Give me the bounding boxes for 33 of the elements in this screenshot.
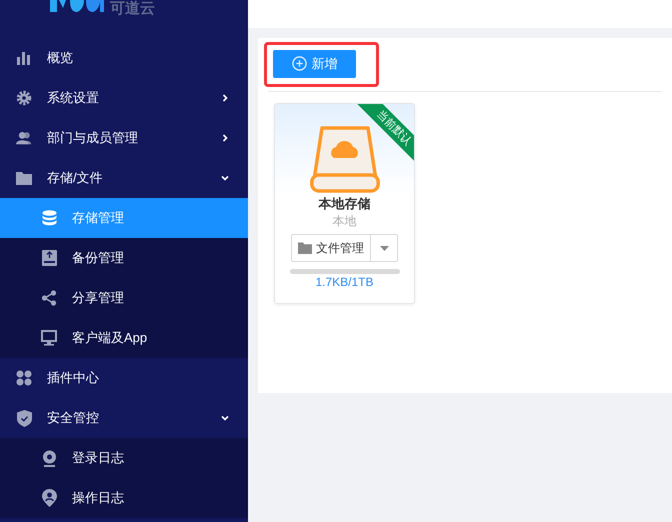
webcam-icon [42,450,56,466]
caret-icon [380,246,388,250]
users-icon [16,130,32,146]
sidebar-subitem[interactable]: 备份管理 [0,238,248,278]
storage-name: 本地存储 [318,195,370,213]
logo-text: 可道云 [110,1,155,17]
sidebar-item[interactable]: 存储/文件 [0,158,248,198]
usage-reading: 1.7KB/1TB [315,274,374,290]
storage-type: 本地 [332,213,356,229]
monitor-icon [41,330,57,346]
logo-icon [50,0,104,12]
folder-icon [16,171,32,185]
sidebar-subitem[interactable]: 操作日志 [0,478,248,518]
sidebar-item[interactable]: 部门与成员管理 [0,118,248,158]
sidebar-subitem[interactable]: 分享管理 [0,278,248,318]
four-circles-icon [16,370,32,386]
share-icon [41,290,57,306]
storage-card[interactable]: 当前默认 本地存储 本地 文件管理 1.7KB/1TB [274,103,415,304]
sidebar-item[interactable]: 插件中心 [0,358,248,398]
person-pin-icon [42,489,56,507]
shield-check-icon [16,410,32,426]
sidebar-subitem[interactable]: 登录日志 [0,438,248,478]
sidebar-item[interactable]: 概览 [0,38,248,78]
bar-chart-icon [16,50,32,66]
plus-circle-icon [292,56,306,71]
upload-box-icon [42,250,56,266]
sidebar-subitem[interactable]: 客户端及App [0,318,248,358]
cloud-drive-icon [310,125,380,193]
sidebar-item[interactable]: 安全管控 [0,398,248,438]
gear-icon [16,90,32,106]
folder-icon [298,242,312,254]
database-icon [42,210,56,226]
sidebar-item[interactable]: 系统设置 [0,78,248,118]
